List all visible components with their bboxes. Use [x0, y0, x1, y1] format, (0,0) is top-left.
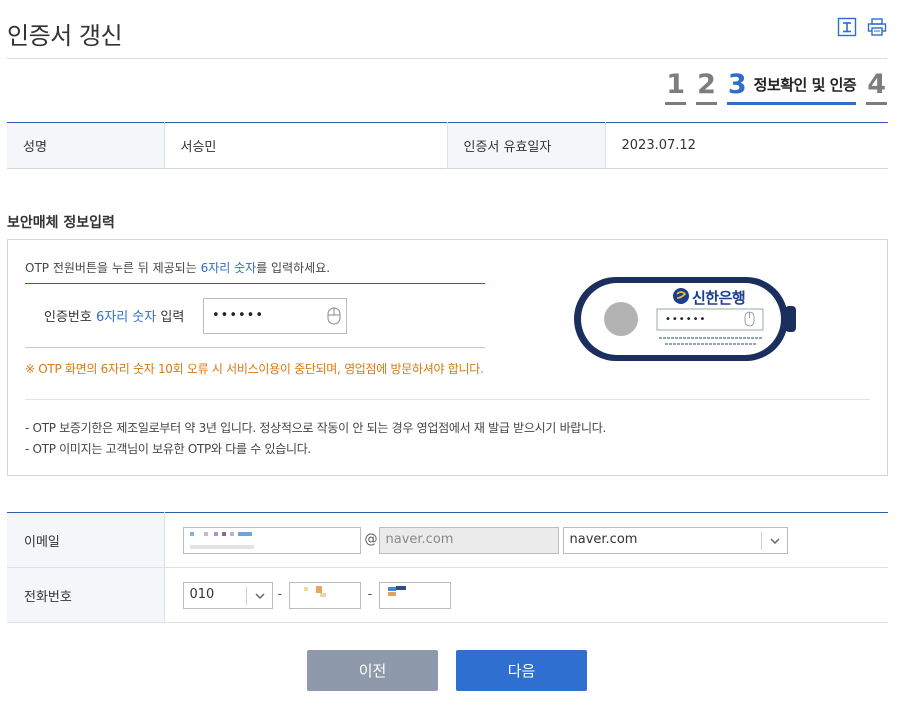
title-divider	[7, 58, 887, 59]
device-otp-value: ••••••	[665, 314, 707, 325]
step-4: 4	[866, 68, 887, 105]
phone-dash: -	[367, 587, 373, 602]
next-button[interactable]: 다음	[456, 650, 587, 691]
step-1: 1	[665, 68, 687, 105]
email-at-sign: @	[364, 532, 378, 547]
email-id-input[interactable]	[182, 527, 361, 554]
otp-number-input[interactable]: ••••••	[203, 298, 347, 334]
otp-notes: - OTP 보증기한은 제조일로부터 약 3년 입니다. 정상적으로 작동이 안…	[25, 418, 606, 460]
email-fields: @ naver.com naver.com	[164, 512, 888, 568]
otp-warning-text: ※ OTP 화면의 6자리 숫자 10회 오류 시 서비스이용이 중단되며, 영…	[25, 362, 484, 376]
email-domain-selected: naver.com	[569, 532, 638, 547]
phone-dash: -	[277, 587, 283, 602]
email-domain-select[interactable]: naver.com	[562, 527, 788, 554]
expiry-value: 2023.07.12	[621, 138, 696, 153]
device-bank-name: 신한은행	[692, 289, 746, 307]
name-value: 서승민	[164, 122, 448, 169]
note-item: - OTP 이미지는 고객님이 보유한 OTP와 다를 수 있습니다.	[25, 442, 311, 456]
phone-label: 전화번호	[7, 567, 165, 623]
otp-input-value: ••••••	[212, 308, 265, 323]
print-icon[interactable]	[867, 17, 887, 37]
note-item: - OTP 보증기한은 제조일로부터 약 3년 입니다. 정상적으로 작동이 안…	[25, 421, 607, 435]
email-domain-input[interactable]: naver.com	[378, 527, 559, 554]
guide-divider	[25, 283, 485, 284]
prev-button[interactable]: 이전	[307, 650, 438, 691]
chevron-down-icon	[760, 532, 787, 550]
otp-panel: OTP 전원버튼을 누른 뒤 제공되는 6자리 숫자를 입력하세요. 인증번호 …	[7, 239, 888, 476]
notes-divider	[25, 399, 870, 400]
expiry-label: 인증서 유효일자	[447, 122, 606, 169]
otp-input-label: 인증번호 6자리 숫자 입력	[44, 310, 185, 325]
download-icon[interactable]	[837, 17, 857, 37]
name-label: 성명	[7, 122, 165, 169]
email-label: 이메일	[7, 512, 165, 568]
certificate-info-table: 성명 서승민 인증서 유효일자 2023.07.12	[7, 122, 888, 169]
top-toolbar	[837, 17, 887, 37]
phone-prefix-selected: 010	[189, 587, 215, 602]
step-2: 2	[696, 68, 717, 105]
input-divider	[25, 347, 485, 348]
chevron-down-icon	[245, 587, 272, 605]
contact-table: 이메일 @ naver.com naver.com 전화번호 010 - -	[7, 512, 888, 623]
phone-prefix-select[interactable]: 010	[182, 582, 273, 609]
otp-guide-text: OTP 전원버튼을 누른 뒤 제공되는 6자리 숫자를 입력하세요.	[25, 261, 331, 275]
step-3: 3	[727, 69, 747, 100]
phone-fields: 010 - -	[164, 567, 888, 623]
page-title: 인증서 갱신	[7, 22, 123, 50]
phone-middle-input[interactable]	[288, 582, 361, 609]
step-indicator: 1 2 3 정보확인 및 인증 4	[665, 68, 887, 105]
step-3-label: 정보확인 및 인증	[753, 76, 857, 94]
mouse-icon[interactable]	[327, 307, 341, 325]
step-3-active: 3 정보확인 및 인증	[726, 68, 857, 105]
otp-device-image: 신한은행 ••••••	[573, 274, 798, 364]
phone-last-input[interactable]	[378, 582, 451, 609]
security-section-title: 보안매체 정보입력	[7, 215, 115, 231]
